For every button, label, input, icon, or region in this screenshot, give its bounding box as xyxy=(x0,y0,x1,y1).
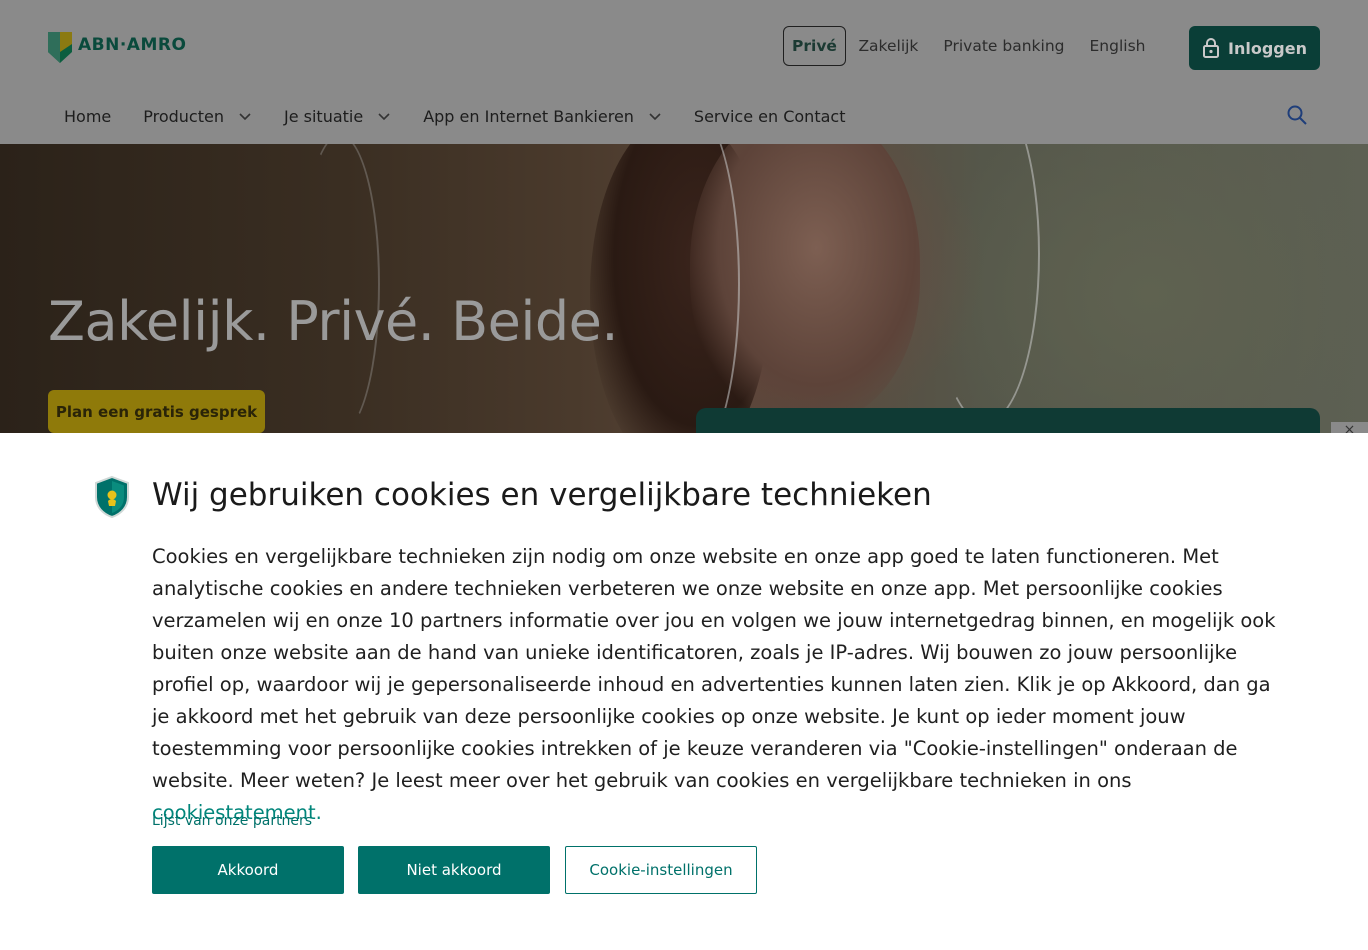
brand-name: ABN·AMRO xyxy=(78,34,187,55)
segment-english[interactable]: English xyxy=(1077,26,1158,66)
chevron-down-icon xyxy=(378,113,390,121)
hero-panel xyxy=(696,408,1320,433)
accept-button[interactable]: Akkoord xyxy=(152,846,344,894)
site-header: ABN·AMRO Privé Zakelijk Private banking … xyxy=(0,0,1368,144)
nav-item-home[interactable]: Home xyxy=(64,107,111,126)
nav-item-label: App en Internet Bankieren xyxy=(423,106,634,126)
partners-list-link[interactable]: Lijst van onze partners xyxy=(152,813,312,829)
segment-zakelijk[interactable]: Zakelijk xyxy=(846,26,931,66)
segment-switcher: Privé Zakelijk Private banking English xyxy=(783,26,1158,66)
hero-banner: Zakelijk. Privé. Beide. Plan een gratis … xyxy=(0,144,1368,433)
nav-item-label: Home xyxy=(64,106,112,126)
nav-item-app-internet-bankieren[interactable]: App en Internet Bankieren xyxy=(423,107,662,126)
decorative-arc xyxy=(300,144,380,433)
nav-item-producten[interactable]: Producten xyxy=(143,107,252,126)
lock-icon xyxy=(1203,38,1220,58)
cookie-title: Wij gebruiken cookies en vergelijkbare t… xyxy=(152,477,932,513)
nav-item-label: Producten xyxy=(143,106,224,126)
nav-item-je-situatie[interactable]: Je situatie xyxy=(284,107,391,126)
decorative-arc xyxy=(640,144,740,433)
login-label: Inloggen xyxy=(1228,38,1307,58)
segment-private-banking[interactable]: Private banking xyxy=(931,26,1077,66)
segment-prive[interactable]: Privé xyxy=(783,26,846,66)
cookie-settings-button[interactable]: Cookie-instellingen xyxy=(565,846,757,894)
abn-amro-shield-icon xyxy=(48,32,72,63)
close-icon[interactable]: × xyxy=(1331,422,1368,433)
search-icon[interactable] xyxy=(1286,104,1308,126)
login-button[interactable]: Inloggen xyxy=(1189,26,1320,70)
cookie-consent-banner: Wij gebruiken cookies en vergelijkbare t… xyxy=(0,433,1368,950)
cookie-body-text: Cookies en vergelijkbare technieken zijn… xyxy=(152,545,1276,792)
main-nav: Home Producten Je situatie App en Intern… xyxy=(64,96,877,136)
chevron-down-icon xyxy=(649,113,661,121)
hero-title: Zakelijk. Privé. Beide. xyxy=(48,290,619,353)
shield-icon xyxy=(95,475,129,519)
chevron-down-icon xyxy=(239,113,251,121)
cookie-description: Cookies en vergelijkbare technieken zijn… xyxy=(152,541,1277,829)
nav-item-service-contact[interactable]: Service en Contact xyxy=(694,107,846,126)
abn-amro-logo[interactable]: ABN·AMRO xyxy=(48,32,186,63)
nav-item-label: Service en Contact xyxy=(693,106,846,126)
reject-button[interactable]: Niet akkoord xyxy=(358,846,550,894)
nav-item-label: Je situatie xyxy=(283,106,364,126)
decorative-arc xyxy=(930,144,1040,424)
plan-gesprek-button[interactable]: Plan een gratis gesprek xyxy=(48,390,265,433)
